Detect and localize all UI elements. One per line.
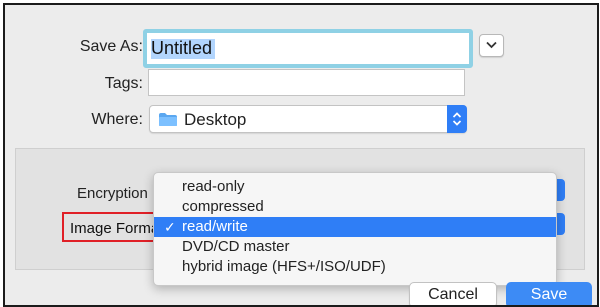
menu-item-hybrid-image[interactable]: hybrid image (HFS+/ISO/UDF) [154,257,556,277]
cancel-button[interactable]: Cancel [409,282,497,305]
chevron-down-icon [486,41,497,49]
menu-item-label: DVD/CD master [182,238,290,255]
menu-item-read-write[interactable]: ✓ read/write [154,217,556,237]
folder-icon [159,113,177,126]
image-format-highlight: Image Forma [62,212,160,242]
up-down-chevron-icon [452,112,462,126]
image-format-menu[interactable]: read-only compressed ✓ read/write DVD/CD… [153,172,557,286]
image-format-label: Image Forma [70,220,160,237]
menu-item-label: read-only [182,178,245,195]
menu-item-dvd-cd-master[interactable]: DVD/CD master [154,237,556,257]
checkmark-icon: ✓ [164,219,176,235]
save-dialog: Save As: Tags: Where: Desktop Encryption… [3,3,599,307]
menu-item-compressed[interactable]: compressed [154,197,556,217]
where-popup-button[interactable]: Desktop [149,105,467,133]
where-stepper[interactable] [447,105,467,133]
where-value: Desktop [184,110,247,129]
where-label: Where: [91,111,143,128]
expand-dialog-button[interactable] [479,34,504,57]
menu-item-label: hybrid image (HFS+/ISO/UDF) [182,258,386,275]
encryption-label: Encryption [77,185,148,202]
menu-item-read-only[interactable]: read-only [154,177,556,197]
tags-label: Tags: [104,75,143,92]
save-as-input[interactable] [151,37,451,59]
menu-item-label: compressed [182,198,264,215]
menu-item-label: read/write [182,218,248,235]
tags-input[interactable] [148,69,465,96]
save-as-field[interactable] [143,29,473,68]
save-as-label: Save As: [79,38,143,55]
save-button[interactable]: Save [506,282,592,305]
